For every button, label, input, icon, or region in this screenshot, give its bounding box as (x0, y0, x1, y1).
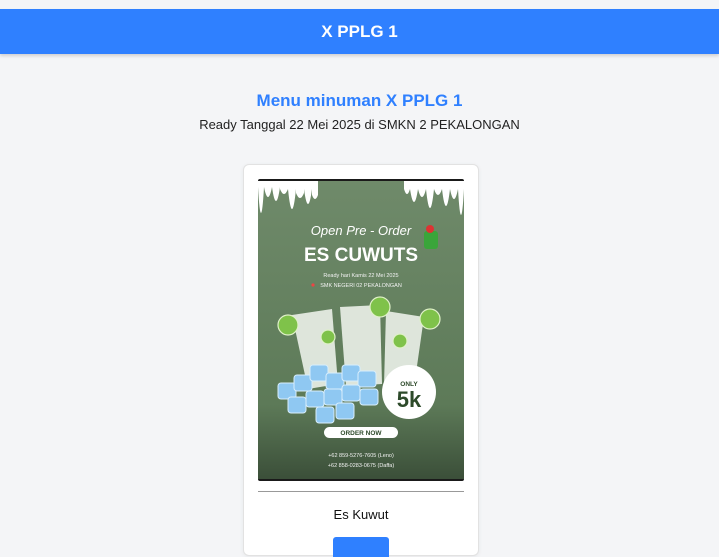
poster-title: ES CUWUTS (304, 245, 418, 266)
price-badge: ONLY 5k (382, 365, 436, 419)
navbar: X PPLG 1 (0, 9, 719, 54)
page-subtitle: Ready Tanggal 22 Mei 2025 di SMKN 2 PEKA… (199, 117, 520, 132)
product-poster-image: Open Pre - Order ES CUWUTS Ready hari Ka… (258, 179, 464, 481)
product-name: Es Kuwut (333, 507, 389, 522)
poster-artwork: Open Pre - Order ES CUWUTS Ready hari Ka… (258, 181, 464, 479)
product-card[interactable]: Open Pre - Order ES CUWUTS Ready hari Ka… (243, 164, 479, 557)
poster-cta: ORDER NOW (340, 430, 382, 437)
poster-contact-1: +62 859-5276-7605 (Leno) (328, 453, 394, 459)
poster-kicker: Open Pre - Order (311, 223, 412, 238)
order-button[interactable] (333, 537, 389, 557)
page-title: Menu minuman X PPLG 1 (256, 91, 463, 110)
card-divider (258, 491, 464, 492)
poster-ready-line: Ready hari Kamis 22 Mei 2025 (323, 273, 398, 279)
poster-contact-2: +62 858-0283-0675 (Daffa) (328, 463, 395, 469)
price-badge-value: 5k (397, 387, 422, 412)
pin-icon (311, 283, 315, 287)
navbar-title: X PPLG 1 (321, 21, 398, 41)
poster-location-line: SMK NEGERI 02 PEKALONGAN (320, 283, 402, 289)
